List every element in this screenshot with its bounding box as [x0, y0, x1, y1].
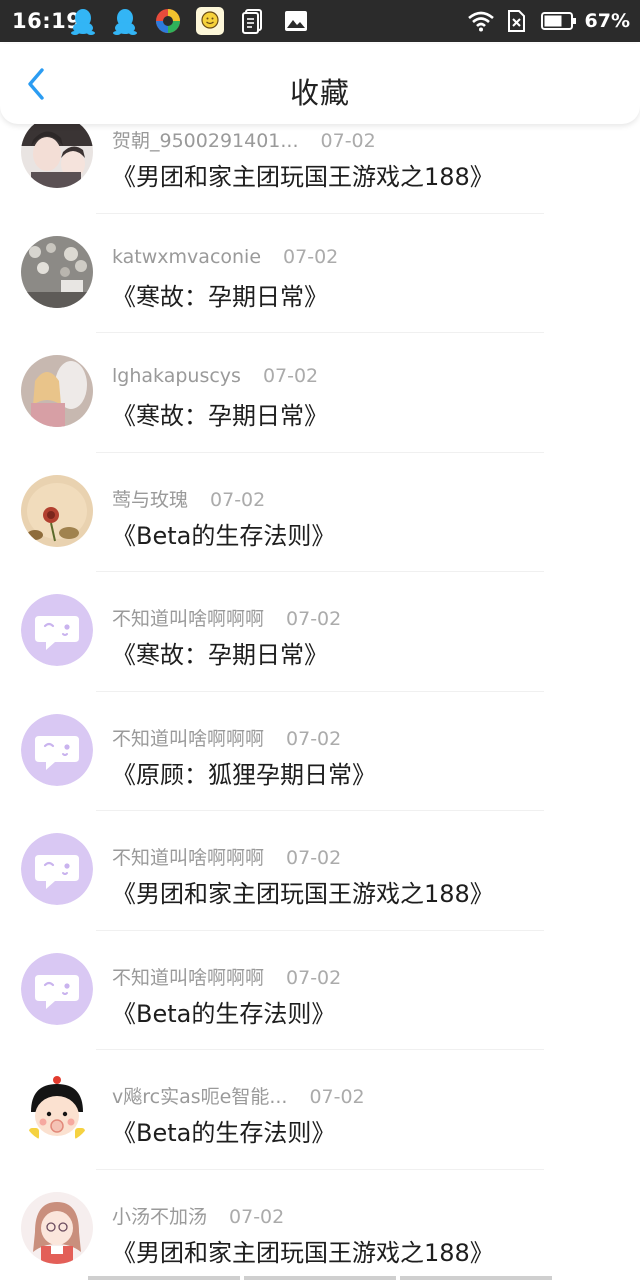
- qq-icon: [113, 9, 137, 35]
- list-item[interactable]: 不知道叫啥啊啊啊 07-02 《男团和家主团玩国王游戏之188》: [0, 811, 640, 931]
- item-date: 07-02: [262, 365, 319, 387]
- item-username: katwxmvaconie: [112, 245, 262, 268]
- default-chat-face-icon: [21, 713, 93, 786]
- item-date: 07-02: [210, 488, 266, 511]
- item-username: 不知道叫啥啊啊啊: [112, 847, 265, 869]
- item-username: 不知道叫啥啊啊啊: [112, 966, 265, 989]
- item-username: 莺与玫瑰: [112, 488, 189, 511]
- default-chat-face-icon: [21, 833, 93, 905]
- item-date: 07-02: [286, 608, 342, 630]
- status-right-group: 67%: [467, 8, 630, 34]
- item-date: 07-02: [286, 727, 342, 750]
- avatar: [21, 235, 93, 308]
- avatar: [21, 1191, 93, 1264]
- item-date: 07-02: [286, 966, 342, 989]
- avatar: [21, 833, 93, 905]
- smiley-app-icon: [196, 7, 224, 35]
- item-date: 07-02: [229, 1205, 285, 1228]
- item-username: 贺朝_9500291401...: [112, 130, 299, 152]
- list-item[interactable]: katwxmvaconie 07-02 《寒故：孕期日常》: [0, 214, 640, 333]
- favorites-list[interactable]: 贺朝_9500291401... 07-02 《男团和家主团玩国王游戏之188》: [0, 96, 640, 1280]
- list-item[interactable]: 莺与玫瑰 07-02 《Beta的生存法则》: [0, 453, 640, 572]
- avatar: [21, 355, 93, 427]
- image-icon: [285, 11, 307, 31]
- document-icon: [242, 9, 262, 34]
- item-book-title: 《男团和家主团玩国王游戏之188》: [112, 1238, 494, 1267]
- header-bar: 收藏: [0, 44, 640, 124]
- item-book-title: 《男团和家主团玩国王游戏之188》: [112, 880, 494, 908]
- item-book-title: 《Beta的生存法则》: [112, 999, 336, 1028]
- item-username: 不知道叫啥啊啊啊: [112, 727, 265, 750]
- item-book-title: 《Beta的生存法则》: [112, 521, 336, 550]
- avatar: [21, 713, 93, 786]
- item-date: 07-02: [309, 1086, 365, 1108]
- status-bar: 16:19 67%: [0, 0, 640, 42]
- avatar: [21, 474, 93, 547]
- qq-icon: [71, 9, 95, 35]
- no-sim-icon: [507, 10, 525, 32]
- page-title: 收藏: [289, 76, 350, 110]
- list-item[interactable]: v飚rc实as呃e智能... 07-02 《Beta的生存法则》: [0, 1050, 640, 1170]
- list-item[interactable]: 不知道叫啥啊啊啊 07-02 《原顾：狐狸孕期日常》: [0, 692, 640, 811]
- battery-percent: 67%: [584, 10, 630, 32]
- item-book-title: 《寒故：孕期日常》: [112, 282, 328, 311]
- bottom-edge-bar: [88, 1276, 552, 1280]
- item-date: 07-02: [320, 130, 376, 152]
- item-book-title: 《男团和家主团玩国王游戏之188》: [112, 163, 494, 191]
- avatar: [21, 1072, 93, 1144]
- battery-icon: [540, 12, 576, 30]
- item-date: 07-02: [283, 245, 339, 268]
- default-chat-face-icon: [21, 952, 93, 1025]
- colorful-app-icon: [156, 9, 180, 33]
- default-chat-face-icon: [21, 594, 93, 666]
- item-book-title: 《原顾：狐狸孕期日常》: [112, 760, 376, 789]
- list-item[interactable]: 不知道叫啥啊啊啊 07-02 《Beta的生存法则》: [0, 931, 640, 1050]
- item-username: lghakapuscys: [112, 365, 241, 387]
- item-book-title: 《寒故：孕期日常》: [112, 641, 328, 669]
- list-item[interactable]: lghakapuscys 07-02 《寒故：孕期日常》: [0, 333, 640, 453]
- list-item[interactable]: 不知道叫啥啊啊啊 07-02 《寒故：孕期日常》: [0, 572, 640, 692]
- list-item[interactable]: 小汤不加汤 07-02 《男团和家主团玩国王游戏之188》: [0, 1170, 640, 1280]
- avatar: [21, 594, 93, 666]
- avatar: [21, 116, 93, 188]
- item-book-title: 《Beta的生存法则》: [112, 1119, 336, 1147]
- wifi-icon: [467, 11, 494, 32]
- item-book-title: 《寒故：孕期日常》: [112, 402, 328, 430]
- avatar: [21, 952, 93, 1025]
- item-username: v飚rc实as呃e智能...: [112, 1086, 288, 1108]
- item-date: 07-02: [286, 847, 342, 869]
- item-username: 不知道叫啥啊啊啊: [112, 608, 265, 630]
- item-username: 小汤不加汤: [112, 1205, 208, 1228]
